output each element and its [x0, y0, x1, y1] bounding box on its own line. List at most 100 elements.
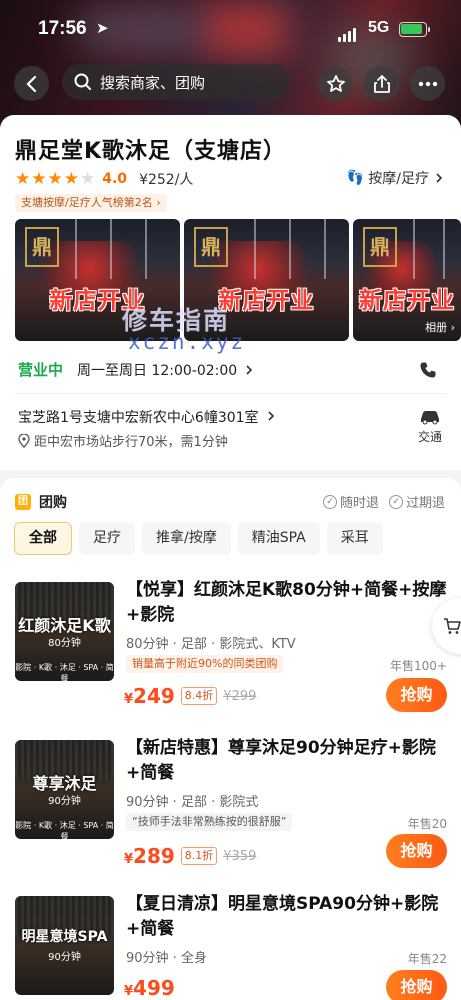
thumb-title: 尊享沐足 [32, 774, 97, 793]
search-icon [74, 73, 91, 90]
deal-sold: 年售20 [407, 817, 447, 831]
filter-chip-all[interactable]: 全部 [14, 522, 72, 555]
deal-price-row: ¥499 [124, 976, 175, 1000]
battery-icon [399, 22, 430, 37]
thumb-tags: 影院 · K歌 · 沐足 · SPA · 简餐 [15, 663, 114, 681]
deal-note: 销量高于附近90%的同类团购 [126, 655, 284, 673]
deal-price: ¥499 [124, 976, 175, 1000]
group-buy-title: 团购 [39, 495, 67, 511]
filter-chip-ear[interactable]: 采耳 [326, 522, 383, 555]
rank-badge[interactable]: 支塘按摩/足疗人气榜第2名 › [15, 194, 167, 212]
filter-chip-spa[interactable]: 精油SPA [237, 522, 320, 555]
deal-note: “技师手法非常熟练按的很舒服” [126, 813, 293, 831]
policy-refund-anytime: ✓ 随时退 [323, 492, 379, 511]
group-buy-header: 团 团购 [15, 492, 67, 512]
shop-photo[interactable]: 鼎 新店开业 相册 › [353, 219, 461, 341]
status-bar: 17:56 ➤ 5G [0, 14, 461, 48]
group-buy-icon: 团 [15, 494, 31, 510]
deal-discount: 8.1折 [180, 847, 218, 865]
deal-original-price: ¥359 [223, 848, 257, 864]
deal-price-value: 289 [133, 844, 175, 868]
deal-item[interactable]: 红颜沐足K歌 80分钟 影院 · K歌 · 沐足 · SPA · 简餐 【悦享】… [0, 580, 461, 732]
deal-title[interactable]: 【新店特惠】尊享沐足90分钟足疗+影院+简餐 [126, 736, 448, 786]
more-button[interactable] [410, 66, 445, 101]
thumb-duration: 90分钟 [48, 952, 81, 963]
star-rating: ★★★★★ [15, 169, 96, 189]
share-button[interactable] [364, 66, 399, 101]
traffic-label: 交通 [417, 430, 442, 444]
watermark-url: xczn.xyz [128, 330, 246, 354]
deal-sold: 年售22 [407, 952, 447, 966]
buy-button[interactable]: 抢购 [386, 678, 447, 712]
shop-logo: 鼎 [363, 227, 397, 267]
business-hours[interactable]: 营业中 周一至周日 12:00-02:00 [18, 359, 255, 380]
thumb-title: 红颜沐足K歌 [18, 616, 111, 635]
buy-button[interactable]: 抢购 [386, 834, 447, 868]
open-status: 营业中 [18, 361, 64, 379]
deal-thumbnail[interactable]: 尊享沐足 90分钟 影院 · K歌 · 沐足 · SPA · 简餐 [15, 740, 114, 839]
location-pin-icon [18, 433, 30, 448]
network-type: 5G [368, 19, 390, 36]
share-icon [373, 74, 390, 93]
price-per-person: ¥252/人 [139, 172, 194, 188]
foot-icon: 👣 [346, 170, 365, 186]
album-link[interactable]: 相册 › [425, 319, 455, 335]
thumb-tags: 影院 · K歌 · 沐足 · SPA · 简餐 [15, 821, 114, 839]
deal-item[interactable]: 明星意境SPA 90分钟 【夏日清凉】明星意境SPA90分钟+影院+简餐 90分… [0, 894, 461, 1000]
search-input[interactable]: 搜索商家、团购 [62, 64, 291, 100]
chevron-right-icon [246, 364, 253, 375]
shop-info-card: 鼎足堂K歌沐足（支塘店） ★★★★★ 4.0 ¥252/人 👣 按摩/足疗 支塘… [0, 115, 461, 470]
deal-meta: 90分钟 · 全身 [126, 951, 207, 966]
filter-chips: 全部 足疗 推拿/按摩 精油SPA 采耳 [14, 522, 390, 555]
deal-price: ¥289 [124, 844, 175, 868]
cellular-signal-icon [338, 23, 358, 42]
back-button[interactable] [14, 66, 49, 101]
deal-price-row: ¥249 8.4折 ¥299 [124, 684, 256, 708]
chevron-right-icon [268, 411, 275, 421]
shop-logo: 鼎 [194, 227, 228, 267]
check-circle-icon: ✓ [389, 494, 403, 509]
deal-original-price: ¥299 [223, 688, 257, 704]
address-link[interactable]: 宝芝路1号支塘中宏新农中心6幢301室 [18, 407, 277, 427]
filter-chip-massage[interactable]: 推拿/按摩 [142, 522, 231, 555]
deal-price-value: 499 [133, 976, 175, 1000]
deal-item[interactable]: 尊享沐足 90分钟 影院 · K歌 · 沐足 · SPA · 简餐 【新店特惠】… [0, 738, 461, 890]
deal-price: ¥249 [124, 684, 175, 708]
star-icon: ★ [15, 169, 31, 189]
more-dots-icon [418, 81, 437, 86]
deal-price-value: 249 [133, 684, 175, 708]
favorite-button[interactable] [318, 66, 353, 101]
phone-icon [420, 362, 436, 378]
deal-thumbnail[interactable]: 明星意境SPA 90分钟 [15, 896, 114, 995]
rating-row: ★★★★★ 4.0 ¥252/人 [15, 168, 193, 190]
album-label: 相册 [425, 321, 448, 334]
traffic-button[interactable]: 交通 [410, 407, 450, 445]
group-buy-section: 团 团购 ✓ 随时退 ✓ 过期退 全部 足疗 推拿/按摩 精油SPA 采耳 红颜… [0, 478, 461, 1000]
rating-score: 4.0 [102, 171, 128, 187]
deal-thumbnail[interactable]: 红颜沐足K歌 80分钟 影院 · K歌 · 沐足 · SPA · 简餐 [15, 582, 114, 681]
thumb-title: 明星意境SPA [21, 929, 108, 945]
photo-carousel[interactable]: 鼎 新店开业 鼎 新店开业 鼎 新店开业 相册 › [15, 219, 461, 341]
check-circle-icon: ✓ [323, 494, 337, 509]
deal-title[interactable]: 【夏日清凉】明星意境SPA90分钟+影院+简餐 [126, 892, 448, 942]
category-label: 按摩/足疗 [368, 171, 429, 187]
chevron-right-icon [436, 173, 443, 183]
promo-text: 新店开业 [359, 288, 455, 314]
category-link[interactable]: 👣 按摩/足疗 [347, 168, 445, 188]
deal-meta: 80分钟 · 足部 · 影院式、KTV [126, 637, 296, 652]
phone-button[interactable] [414, 356, 442, 384]
deal-title[interactable]: 【悦享】红颜沐足K歌80分钟+简餐+按摩+影院 [126, 578, 448, 628]
car-icon [421, 411, 439, 425]
filter-chip-foot[interactable]: 足疗 [79, 522, 135, 555]
star-empty-icon: ★ [80, 169, 96, 189]
deal-price-row: ¥289 8.1折 ¥359 [124, 844, 256, 868]
distance-row: 距中宏市场站步行70米，需1分钟 [18, 431, 228, 450]
buy-button[interactable]: 抢购 [386, 970, 447, 1000]
thumb-duration: 90分钟 [48, 796, 81, 807]
shop-logo: 鼎 [25, 227, 59, 267]
star-outline-icon [326, 74, 345, 92]
deal-sold: 年售100+ [390, 659, 447, 673]
address-text: 宝芝路1号支塘中宏新农中心6幢301室 [18, 410, 259, 426]
cart-icon [444, 618, 461, 634]
star-icon: ★ [47, 169, 63, 189]
